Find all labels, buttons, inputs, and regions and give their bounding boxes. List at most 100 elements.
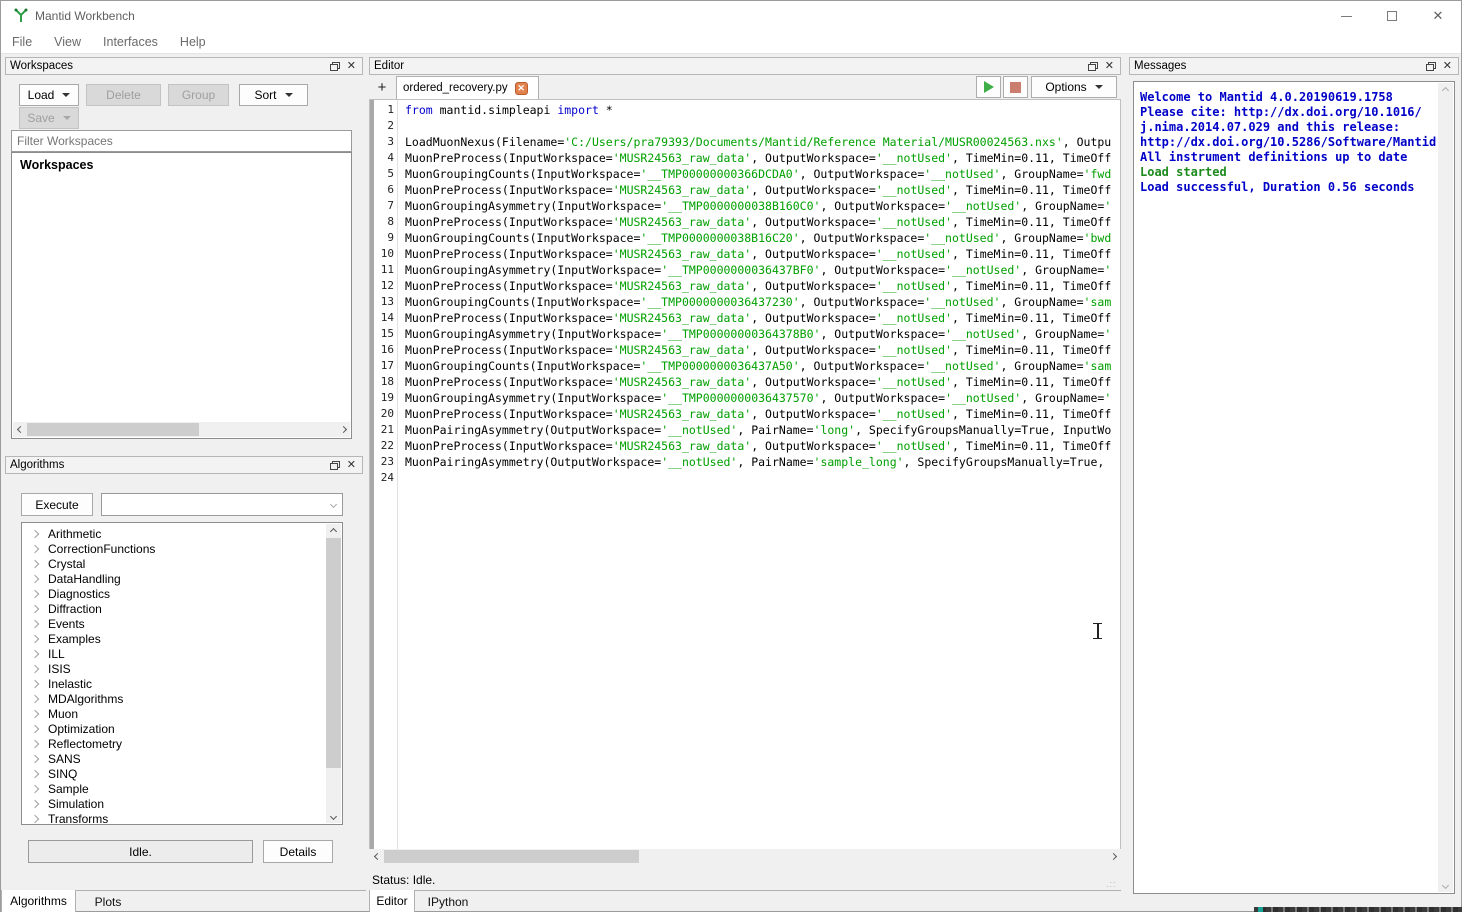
maximize-button[interactable]	[1369, 1, 1415, 31]
resize-grip-icon[interactable]: .::	[1106, 879, 1116, 889]
algorithm-category-item[interactable]: Inelastic	[22, 676, 326, 691]
algorithm-category-item[interactable]: Crystal	[22, 556, 326, 571]
scroll-thumb[interactable]	[27, 423, 199, 436]
delete-button[interactable]: Delete	[86, 84, 161, 106]
menu-interfaces[interactable]: Interfaces	[92, 35, 169, 49]
scroll-up-icon[interactable]	[1438, 83, 1453, 97]
expand-chevron-icon[interactable]	[31, 724, 39, 732]
expand-chevron-icon[interactable]	[31, 709, 39, 717]
float-panel-icon[interactable]	[1426, 62, 1435, 70]
algorithm-category-item[interactable]: Diagnostics	[22, 586, 326, 601]
expand-chevron-icon[interactable]	[31, 589, 39, 597]
scroll-down-icon[interactable]	[1438, 878, 1453, 892]
algorithm-category-label: ISIS	[48, 662, 71, 676]
tab-editor-label: Editor	[376, 894, 407, 908]
expand-chevron-icon[interactable]	[31, 529, 39, 537]
workspaces-tree-root[interactable]: Workspaces	[20, 158, 93, 172]
algorithm-category-item[interactable]: SANS	[22, 751, 326, 766]
algorithm-category-item[interactable]: MDAlgorithms	[22, 691, 326, 706]
close-panel-icon[interactable]: ✕	[1105, 61, 1114, 72]
algorithm-category-item[interactable]: Diffraction	[22, 601, 326, 616]
load-button[interactable]: Load	[19, 84, 79, 106]
algorithm-category-label: Inelastic	[48, 677, 92, 691]
scroll-thumb[interactable]	[384, 850, 639, 863]
algorithm-category-item[interactable]: Events	[22, 616, 326, 631]
algorithm-category-item[interactable]: Sample	[22, 781, 326, 796]
algorithm-category-item[interactable]: Arithmetic	[22, 526, 326, 541]
algorithm-category-item[interactable]: ISIS	[22, 661, 326, 676]
algorithm-category-item[interactable]: Examples	[22, 631, 326, 646]
menu-file[interactable]: File	[1, 35, 43, 49]
expand-chevron-icon[interactable]	[31, 619, 39, 627]
new-tab-button[interactable]: +	[373, 78, 391, 96]
expand-chevron-icon[interactable]	[31, 784, 39, 792]
algorithm-search-combobox[interactable]	[101, 493, 343, 516]
expand-chevron-icon[interactable]	[31, 574, 39, 582]
expand-chevron-icon[interactable]	[31, 814, 39, 822]
expand-chevron-icon[interactable]	[31, 769, 39, 777]
tab-close-icon[interactable]: ✕	[515, 82, 528, 95]
tab-algorithms[interactable]: Algorithms	[1, 890, 76, 912]
group-button[interactable]: Group	[168, 84, 229, 106]
expand-chevron-icon[interactable]	[31, 604, 39, 612]
abort-script-button[interactable]	[1003, 76, 1028, 98]
workspaces-tree[interactable]: Workspaces	[11, 152, 352, 439]
editor-file-tab[interactable]: ordered_recovery.py ✕	[396, 76, 539, 99]
expand-chevron-icon[interactable]	[31, 649, 39, 657]
editor-hscrollbar[interactable]	[370, 849, 1120, 864]
workspaces-hscrollbar[interactable]	[13, 422, 350, 437]
messages-log[interactable]: Welcome to Mantid 4.0.20190619.1758Pleas…	[1133, 81, 1455, 894]
algorithm-category-item[interactable]: SINQ	[22, 766, 326, 781]
window-title: Mantid Workbench	[35, 9, 135, 23]
algorithm-category-item[interactable]: DataHandling	[22, 571, 326, 586]
run-script-button[interactable]	[976, 76, 1001, 98]
tab-editor[interactable]: Editor	[369, 890, 415, 912]
algorithm-category-item[interactable]: Optimization	[22, 721, 326, 736]
menu-help[interactable]: Help	[169, 35, 217, 49]
float-panel-icon[interactable]	[330, 461, 339, 469]
save-button[interactable]: Save	[19, 107, 79, 129]
menu-view[interactable]: View	[43, 35, 92, 49]
execute-button[interactable]: Execute	[21, 493, 93, 516]
tab-plots[interactable]: Plots	[78, 890, 138, 912]
sort-button[interactable]: Sort	[239, 84, 308, 106]
scroll-down-icon[interactable]	[326, 809, 341, 823]
expand-chevron-icon[interactable]	[31, 664, 39, 672]
algorithm-category-item[interactable]: Reflectometry	[22, 736, 326, 751]
close-button[interactable]: ✕	[1415, 1, 1461, 31]
expand-chevron-icon[interactable]	[31, 634, 39, 642]
scroll-right-icon[interactable]	[336, 422, 350, 437]
algorithm-category-item[interactable]: ILL	[22, 646, 326, 661]
scroll-left-icon[interactable]	[13, 422, 27, 437]
algorithm-category-item[interactable]: Transforms	[22, 811, 326, 825]
expand-chevron-icon[interactable]	[31, 739, 39, 747]
close-panel-icon[interactable]: ✕	[347, 61, 356, 72]
close-panel-icon[interactable]: ✕	[347, 460, 356, 471]
algorithm-category-item[interactable]: Simulation	[22, 796, 326, 811]
expand-chevron-icon[interactable]	[31, 559, 39, 567]
minimize-button[interactable]	[1323, 1, 1369, 31]
scroll-left-icon[interactable]	[370, 849, 384, 864]
options-button[interactable]: Options	[1031, 76, 1117, 98]
algorithm-category-item[interactable]: Muon	[22, 706, 326, 721]
tab-ipython[interactable]: IPython	[417, 890, 479, 912]
scroll-up-icon[interactable]	[326, 524, 341, 538]
filter-workspaces-input[interactable]	[11, 130, 352, 152]
scroll-right-icon[interactable]	[1106, 849, 1120, 864]
details-button[interactable]: Details	[263, 840, 333, 863]
float-panel-icon[interactable]	[330, 62, 339, 70]
expand-chevron-icon[interactable]	[31, 799, 39, 807]
algorithm-category-item[interactable]: CorrectionFunctions	[22, 541, 326, 556]
expand-chevron-icon[interactable]	[31, 679, 39, 687]
algorithms-vscrollbar[interactable]	[326, 524, 341, 823]
code-lines[interactable]: from mantid.simpleapi import *LoadMuonNe…	[403, 100, 1120, 849]
expand-chevron-icon[interactable]	[31, 544, 39, 552]
close-panel-icon[interactable]: ✕	[1443, 61, 1452, 72]
code-editor[interactable]: 123456789101112131415161718192021222324 …	[369, 99, 1121, 849]
messages-vscrollbar[interactable]	[1438, 83, 1453, 892]
expand-chevron-icon[interactable]	[31, 754, 39, 762]
float-panel-icon[interactable]	[1088, 62, 1097, 70]
algorithm-category-tree[interactable]: ArithmeticCorrectionFunctionsCrystalData…	[21, 522, 343, 825]
expand-chevron-icon[interactable]	[31, 694, 39, 702]
scroll-thumb[interactable]	[326, 538, 341, 768]
